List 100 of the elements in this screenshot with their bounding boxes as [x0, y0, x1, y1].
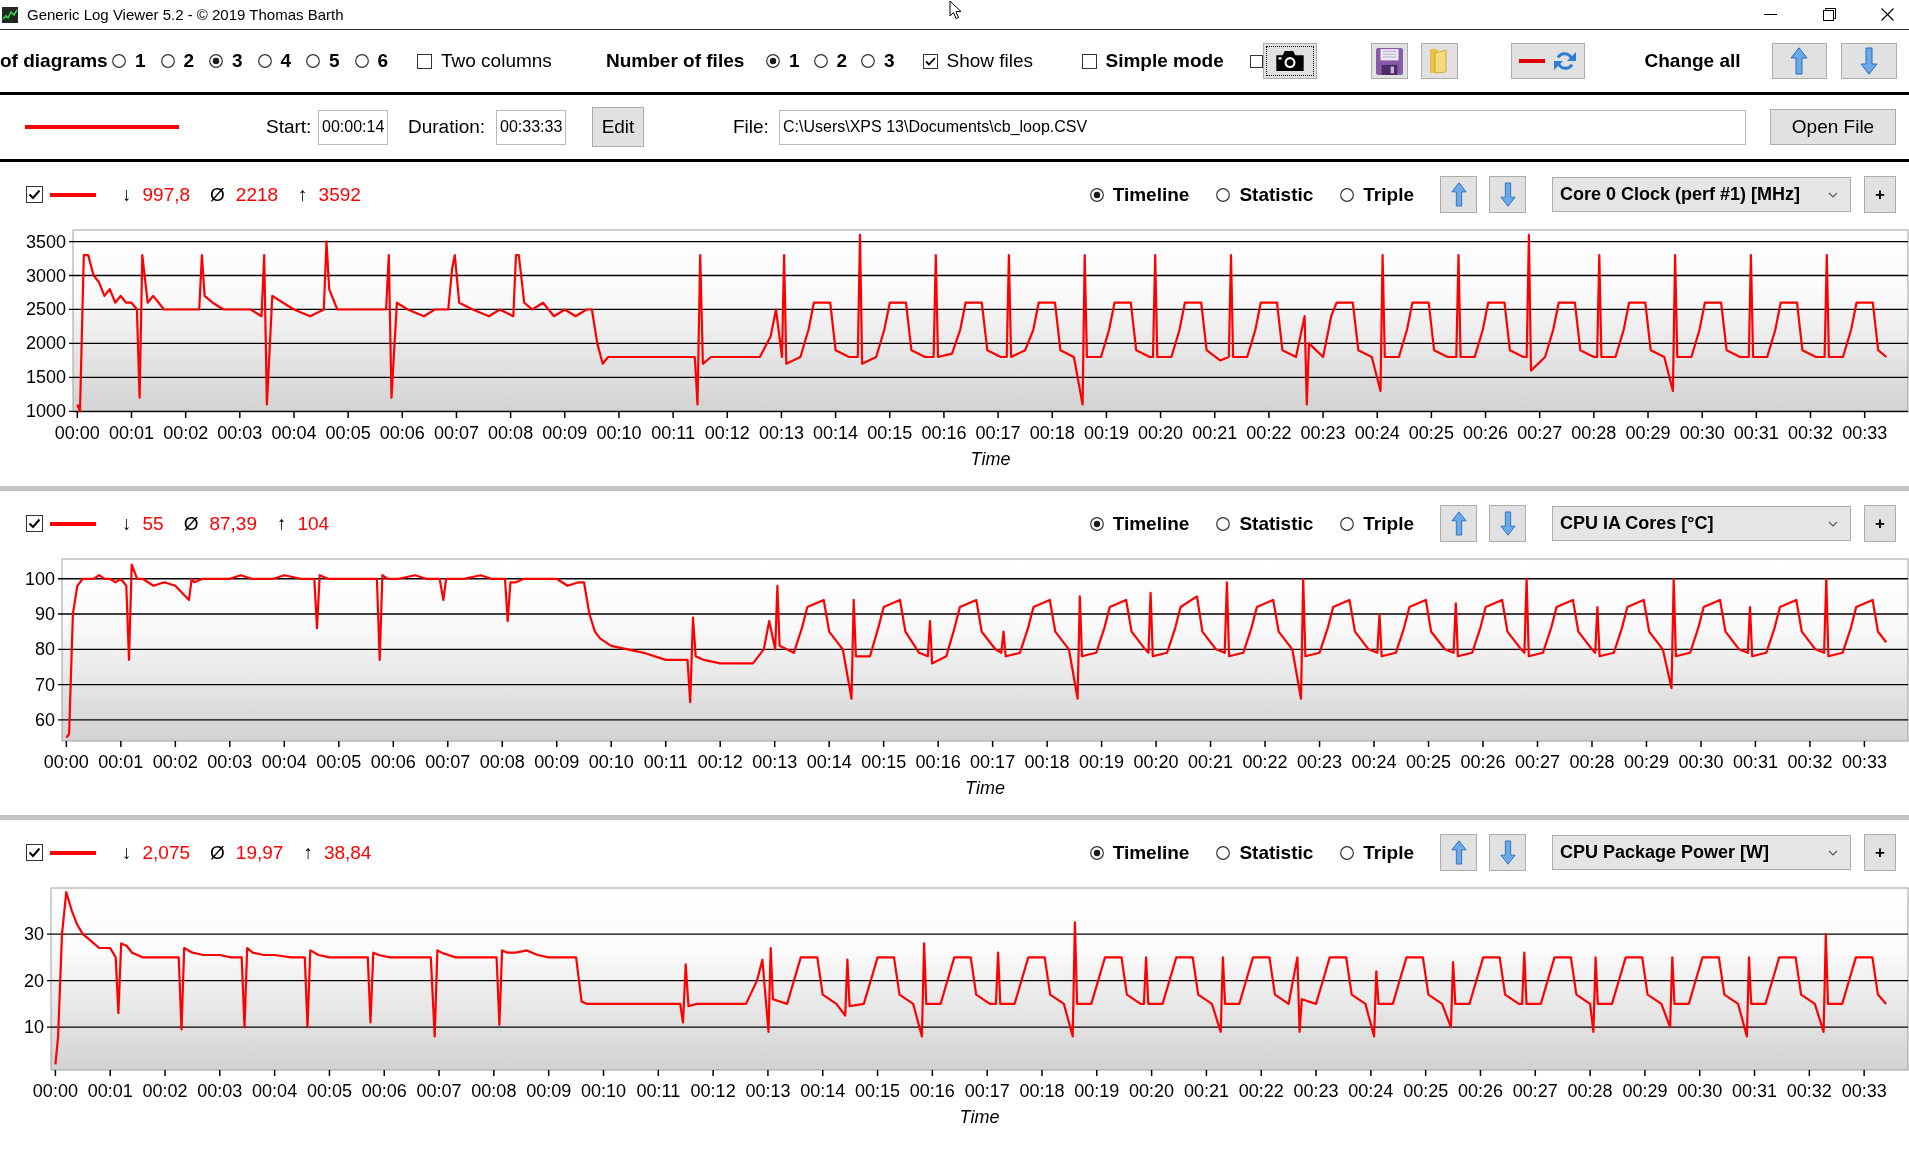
- view-mode-radio[interactable]: Timeline: [1089, 841, 1190, 864]
- view-mode-radio[interactable]: Triple: [1340, 841, 1414, 864]
- diagram-count-radio[interactable]: 5: [306, 50, 355, 72]
- edit-button[interactable]: Edit: [592, 107, 644, 147]
- x-tick-label: 00:10: [596, 423, 642, 443]
- stat-value: 38,84: [323, 841, 372, 864]
- x-tick-label: 00:25: [1408, 423, 1454, 443]
- x-tick-label: 00:13: [758, 423, 804, 443]
- diagram-count-radio[interactable]: 2: [160, 50, 209, 72]
- x-tick-label: 00:15: [867, 423, 913, 443]
- y-tick-label: 2500: [25, 299, 66, 320]
- x-tick-label: 00:10: [580, 1081, 626, 1101]
- view-mode-radio[interactable]: Triple: [1340, 183, 1414, 206]
- x-tick-label: 00:19: [1083, 423, 1129, 443]
- move-down-button[interactable]: [1489, 176, 1526, 213]
- x-tick-label: 00:32: [1788, 423, 1834, 443]
- x-axis-title: Time: [959, 1107, 1000, 1127]
- x-tick-label: 00:22: [1238, 1081, 1284, 1101]
- x-tick-label: 00:26: [1460, 752, 1506, 772]
- checkbox-icon[interactable]: [26, 844, 43, 861]
- two-columns-checkbox[interactable]: Two columns: [417, 50, 567, 72]
- checkbox-icon[interactable]: [26, 515, 43, 532]
- view-mode-radio[interactable]: Triple: [1340, 512, 1414, 535]
- arrow-up-icon: [1790, 47, 1809, 75]
- arrow-down-icon: [1859, 47, 1878, 75]
- sensor-dropdown[interactable]: CPU Package Power [W]: [1552, 835, 1851, 870]
- stat-value: 87,39: [209, 512, 257, 535]
- arrow-down-icon: [1499, 182, 1516, 207]
- arrow-down-icon: [1499, 511, 1516, 536]
- diagram-count-radio[interactable]: 3: [209, 50, 258, 72]
- move-down-button[interactable]: [1840, 43, 1897, 79]
- x-tick-label: 00:01: [108, 423, 154, 443]
- file-count-radio[interactable]: 1: [766, 50, 814, 72]
- stat-symbol: Ø: [183, 512, 199, 535]
- move-up-button[interactable]: [1440, 834, 1477, 871]
- x-tick-label: 00:31: [1732, 752, 1778, 772]
- x-tick-label: 00:07: [425, 752, 471, 772]
- x-tick-label: 00:27: [1512, 1081, 1558, 1101]
- move-down-button[interactable]: [1489, 505, 1526, 542]
- open-folder-button[interactable]: [1420, 43, 1458, 79]
- stat-value: 2,075: [142, 841, 191, 864]
- view-mode-radio[interactable]: Timeline: [1089, 183, 1190, 206]
- x-tick-label: 00:15: [855, 1081, 901, 1101]
- add-button[interactable]: +: [1864, 176, 1896, 213]
- x-tick-label: 00:00: [43, 752, 89, 772]
- x-tick-label: 00:25: [1406, 752, 1452, 772]
- move-up-button[interactable]: [1771, 43, 1827, 79]
- x-tick-label: 00:05: [306, 1081, 352, 1101]
- chevron-down-icon: [1828, 520, 1838, 527]
- duration-field[interactable]: 00:33:33: [496, 109, 566, 145]
- screenshot-button[interactable]: [1262, 43, 1317, 79]
- sensor-dropdown[interactable]: CPU IA Cores [°C]: [1552, 506, 1851, 541]
- file-count-radio[interactable]: 3: [861, 50, 909, 72]
- checkbox-icon[interactable]: [26, 186, 43, 203]
- add-button[interactable]: +: [1864, 505, 1896, 542]
- x-tick-label: 00:13: [745, 1081, 791, 1101]
- x-tick-label: 00:07: [433, 423, 479, 443]
- y-tick-label: 3000: [25, 265, 66, 286]
- x-tick-label: 00:09: [526, 1081, 572, 1101]
- x-tick-label: 00:00: [32, 1081, 78, 1101]
- camera-icon: [1275, 51, 1304, 71]
- move-up-button[interactable]: [1440, 505, 1477, 542]
- diagram-count-radio[interactable]: 1: [112, 50, 161, 72]
- stat-value: 997,8: [142, 183, 191, 206]
- checkbox-icon[interactable]: [1249, 54, 1263, 68]
- x-tick-label: 00:06: [370, 752, 416, 772]
- minimize-icon: [1764, 14, 1777, 15]
- x-tick-label: 00:26: [1457, 1081, 1503, 1101]
- x-tick-label: 00:14: [800, 1081, 846, 1101]
- show-files-checkbox[interactable]: Show files: [922, 50, 1038, 72]
- view-mode-radio[interactable]: Statistic: [1216, 183, 1314, 206]
- file-count-radio[interactable]: 2: [813, 50, 861, 72]
- y-tick-label: 3500: [25, 231, 66, 252]
- folder-icon: [1429, 48, 1449, 74]
- x-tick-label: 00:29: [1622, 1081, 1668, 1101]
- save-button[interactable]: [1370, 43, 1408, 79]
- view-mode-radio[interactable]: Statistic: [1216, 841, 1314, 864]
- start-time-field[interactable]: 00:00:14: [318, 109, 388, 145]
- diagram-count-radio[interactable]: 6: [354, 50, 403, 72]
- x-tick-label: 00:08: [488, 423, 534, 443]
- x-tick-label: 00:23: [1297, 752, 1343, 772]
- view-mode-radio[interactable]: Timeline: [1089, 512, 1190, 535]
- move-down-button[interactable]: [1489, 834, 1526, 871]
- stat-symbol: ↓: [122, 512, 132, 535]
- x-tick-label: 00:18: [1024, 752, 1070, 772]
- file-path-field[interactable]: C:\Users\XPS 13\Documents\cb_loop.CSV: [779, 109, 1746, 145]
- diagram-count-radio[interactable]: 4: [257, 50, 306, 72]
- line-refresh-button[interactable]: [1510, 43, 1585, 79]
- view-mode-radio[interactable]: Statistic: [1216, 512, 1314, 535]
- open-file-button[interactable]: Open File: [1770, 109, 1896, 145]
- x-tick-label: 00:24: [1348, 1081, 1394, 1101]
- move-up-button[interactable]: [1440, 176, 1477, 213]
- start-label: Start:: [266, 116, 313, 138]
- x-tick-label: 00:00: [54, 423, 100, 443]
- stat-value: 104: [297, 512, 330, 535]
- simple-mode-checkbox[interactable]: Simple mode: [1081, 50, 1234, 72]
- sensor-dropdown[interactable]: Core 0 Clock (perf #1) [MHz]: [1552, 177, 1851, 212]
- x-tick-label: 00:09: [542, 423, 588, 443]
- add-button[interactable]: +: [1864, 834, 1896, 871]
- x-tick-label: 00:12: [690, 1081, 736, 1101]
